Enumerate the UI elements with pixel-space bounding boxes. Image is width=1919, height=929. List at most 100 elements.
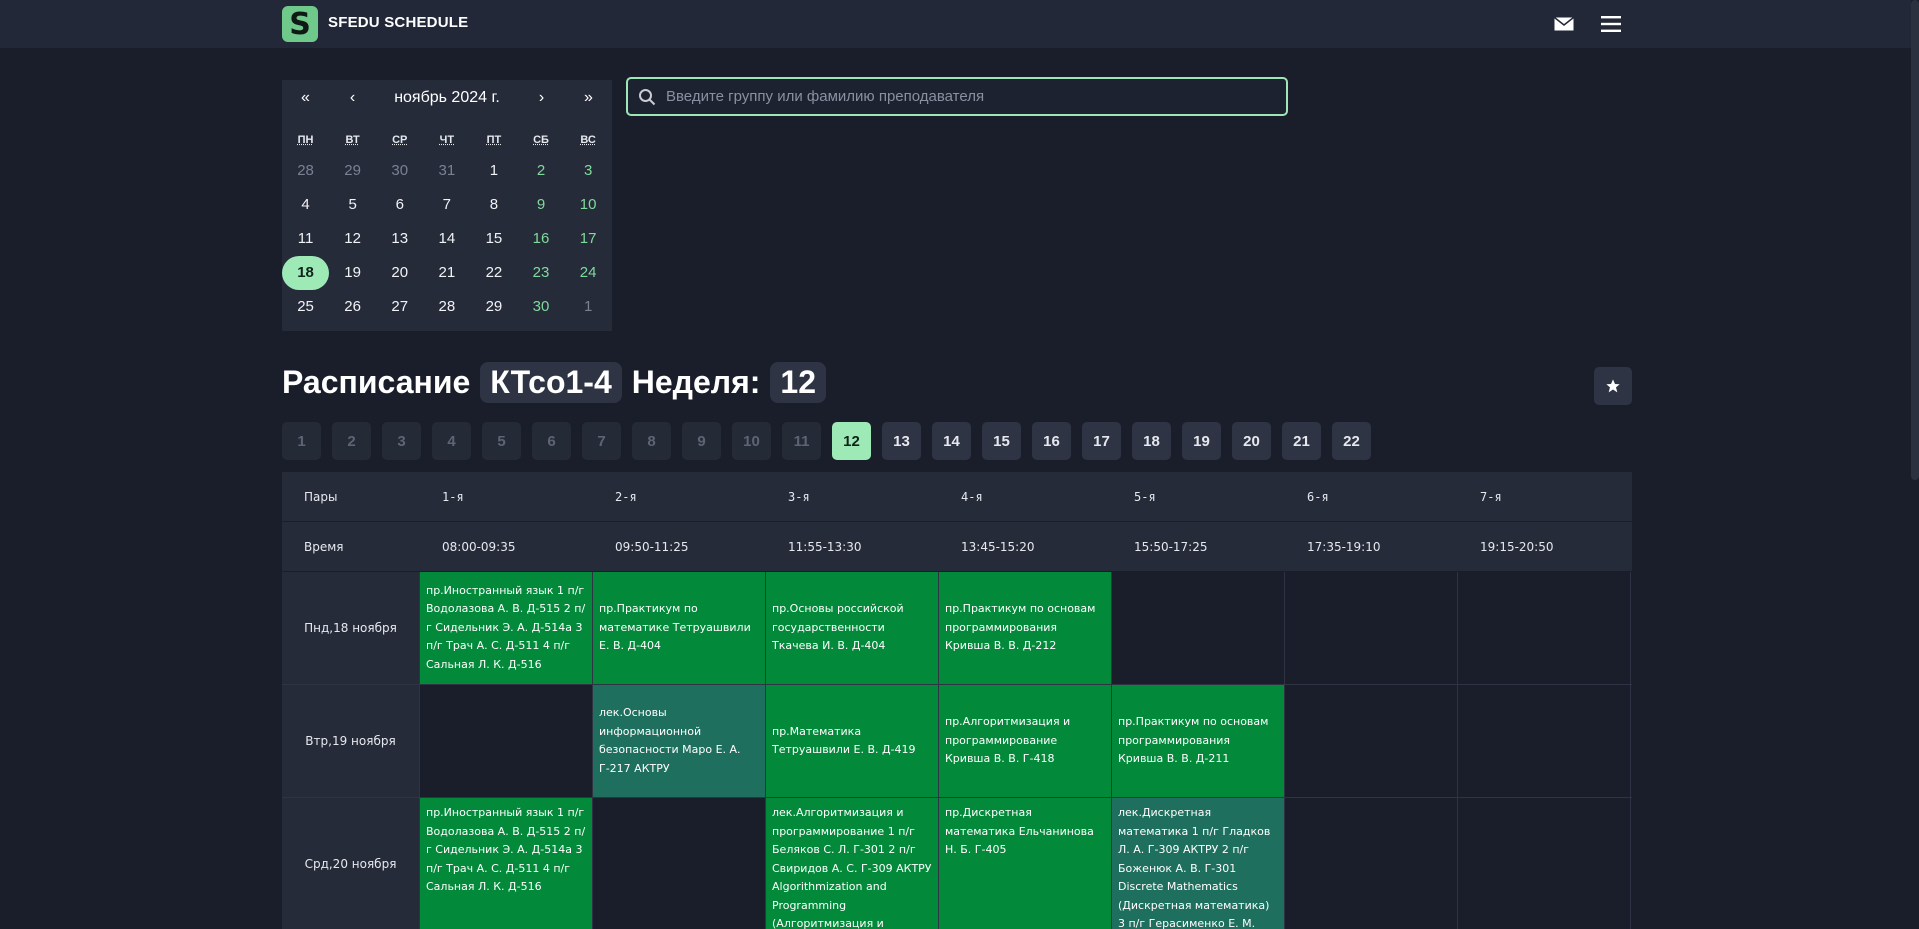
lesson-cell[interactable]: пр.Практикум по основам программирования… bbox=[1112, 685, 1285, 797]
calendar-day[interactable]: 14 bbox=[423, 222, 470, 256]
week-button[interactable]: 13 bbox=[882, 422, 921, 460]
logo[interactable]: S bbox=[282, 6, 318, 42]
week-button[interactable]: 16 bbox=[1032, 422, 1071, 460]
calendar-day[interactable]: 8 bbox=[470, 188, 517, 222]
calendar-day[interactable]: 29 bbox=[329, 154, 376, 188]
time-label: Время bbox=[304, 539, 344, 554]
week-button[interactable]: 6 bbox=[532, 422, 571, 460]
calendar-day[interactable]: 29 bbox=[470, 290, 517, 324]
calendar-day[interactable]: 6 bbox=[376, 188, 423, 222]
calendar-day[interactable]: 5 bbox=[329, 188, 376, 222]
calendar-day[interactable]: 30 bbox=[376, 154, 423, 188]
calendar-day[interactable]: 9 bbox=[517, 188, 564, 222]
week-button[interactable]: 21 bbox=[1282, 422, 1321, 460]
calendar-day[interactable]: 3 bbox=[565, 154, 612, 188]
next-year-button[interactable]: » bbox=[565, 89, 612, 107]
lesson-cell[interactable]: пр.Дискретная математика Ельчанинова Н. … bbox=[939, 798, 1112, 929]
brand-name[interactable]: SFEDU SCHEDULE bbox=[328, 14, 468, 31]
week-button[interactable]: 19 bbox=[1182, 422, 1221, 460]
lesson-cell[interactable]: пр.Основы российской государственности Т… bbox=[766, 572, 939, 684]
week-button[interactable]: 9 bbox=[682, 422, 721, 460]
calendar-day[interactable]: 31 bbox=[423, 154, 470, 188]
weekday-label: ПН bbox=[297, 134, 314, 146]
search-input[interactable] bbox=[666, 88, 1266, 105]
calendar-day[interactable]: 30 bbox=[517, 290, 564, 324]
pair-time: 13:45-15:20 bbox=[961, 539, 1035, 554]
weekday-label: ВТ bbox=[345, 134, 360, 146]
week-button[interactable]: 22 bbox=[1332, 422, 1371, 460]
top-bar: S SFEDU SCHEDULE bbox=[0, 0, 1911, 48]
calendar-day[interactable]: 22 bbox=[470, 256, 517, 290]
calendar-day[interactable]: 23 bbox=[517, 256, 564, 290]
calendar-day[interactable]: 11 bbox=[282, 222, 329, 256]
week-button[interactable]: 4 bbox=[432, 422, 471, 460]
lesson-cell[interactable]: пр.Алгоритмизация и программирование Кри… bbox=[939, 685, 1112, 797]
calendar-day[interactable]: 20 bbox=[376, 256, 423, 290]
lesson-cell[interactable]: лек.Дискретная математика 1 п/г Гладков … bbox=[1112, 798, 1285, 929]
week-button[interactable]: 8 bbox=[632, 422, 671, 460]
calendar-day[interactable]: 1 bbox=[565, 290, 612, 324]
prev-month-button[interactable]: ‹ bbox=[329, 89, 376, 107]
calendar-day[interactable]: 7 bbox=[423, 188, 470, 222]
page-scrollbar[interactable] bbox=[1911, 0, 1919, 480]
empty-cell bbox=[1285, 572, 1458, 684]
prev-year-button[interactable]: « bbox=[282, 89, 329, 107]
week-button[interactable]: 18 bbox=[1132, 422, 1171, 460]
weekday-label: ВС bbox=[580, 134, 596, 146]
calendar-day[interactable]: 27 bbox=[376, 290, 423, 324]
lesson-cell[interactable]: пр.Практикум по математике Тетруашвили Е… bbox=[593, 572, 766, 684]
calendar-day[interactable]: 2 bbox=[517, 154, 564, 188]
calendar-day[interactable]: 19 bbox=[329, 256, 376, 290]
lesson-cell[interactable]: лек.Алгоритмизация и программирование 1 … bbox=[766, 798, 939, 929]
page-title: Расписание КТсо1-4 Неделя: 12 bbox=[282, 359, 836, 405]
lesson-cell[interactable]: пр.Математика Тетруашвили Е. В. Д-419 bbox=[766, 685, 939, 797]
calendar-day[interactable]: 28 bbox=[282, 154, 329, 188]
calendar-day[interactable]: 10 bbox=[565, 188, 612, 222]
menu-icon[interactable] bbox=[1601, 15, 1621, 33]
week-button[interactable]: 11 bbox=[782, 422, 821, 460]
week-button[interactable]: 14 bbox=[932, 422, 971, 460]
pair-number: 3-я bbox=[788, 489, 810, 504]
calendar-month-label[interactable]: ноябрь 2024 г. bbox=[376, 89, 518, 107]
week-button[interactable]: 10 bbox=[732, 422, 771, 460]
calendar-day[interactable]: 18 bbox=[282, 256, 330, 290]
calendar-day[interactable]: 21 bbox=[423, 256, 470, 290]
next-month-button[interactable]: › bbox=[518, 89, 565, 107]
mail-icon[interactable] bbox=[1554, 17, 1574, 31]
pair-time: 09:50-11:25 bbox=[615, 539, 689, 554]
week-button[interactable]: 7 bbox=[582, 422, 621, 460]
calendar-day[interactable]: 15 bbox=[470, 222, 517, 256]
calendar: « ‹ ноябрь 2024 г. › » ПН ВТ СР ЧТ ПТ СБ ВС 28… bbox=[282, 80, 612, 331]
lesson-cell[interactable]: пр.Иностранный язык 1 п/г Водолазова А. … bbox=[420, 798, 593, 929]
empty-cell bbox=[1458, 798, 1631, 929]
calendar-day[interactable]: 13 bbox=[376, 222, 423, 256]
calendar-day[interactable]: 24 bbox=[565, 256, 612, 290]
week-button[interactable]: 1 bbox=[282, 422, 321, 460]
star-icon bbox=[1606, 379, 1620, 393]
lesson-cell[interactable]: лек.Основы информационной безопасности М… bbox=[593, 685, 766, 797]
calendar-day[interactable]: 12 bbox=[329, 222, 376, 256]
week-button[interactable]: 2 bbox=[332, 422, 371, 460]
empty-cell bbox=[1458, 685, 1631, 797]
pairs-label: Пары bbox=[304, 489, 338, 504]
week-button[interactable]: 5 bbox=[482, 422, 521, 460]
week-button[interactable]: 3 bbox=[382, 422, 421, 460]
search-box[interactable] bbox=[626, 77, 1288, 116]
week-button[interactable]: 12 bbox=[832, 422, 871, 460]
pair-number: 5-я bbox=[1134, 489, 1156, 504]
weekday-label: СБ bbox=[533, 134, 549, 146]
calendar-day[interactable]: 4 bbox=[282, 188, 329, 222]
calendar-day[interactable]: 1 bbox=[470, 154, 517, 188]
empty-cell bbox=[593, 798, 766, 929]
lesson-cell[interactable]: пр.Практикум по основам программирования… bbox=[939, 572, 1112, 684]
week-button[interactable]: 17 bbox=[1082, 422, 1121, 460]
calendar-day[interactable]: 28 bbox=[423, 290, 470, 324]
calendar-day[interactable]: 16 bbox=[517, 222, 564, 256]
calendar-day[interactable]: 17 bbox=[565, 222, 612, 256]
favorite-button[interactable] bbox=[1594, 367, 1632, 405]
calendar-day[interactable]: 26 bbox=[329, 290, 376, 324]
calendar-day[interactable]: 25 bbox=[282, 290, 329, 324]
lesson-cell[interactable]: пр.Иностранный язык 1 п/г Водолазова А. … bbox=[420, 572, 593, 684]
week-button[interactable]: 15 bbox=[982, 422, 1021, 460]
week-button[interactable]: 20 bbox=[1232, 422, 1271, 460]
